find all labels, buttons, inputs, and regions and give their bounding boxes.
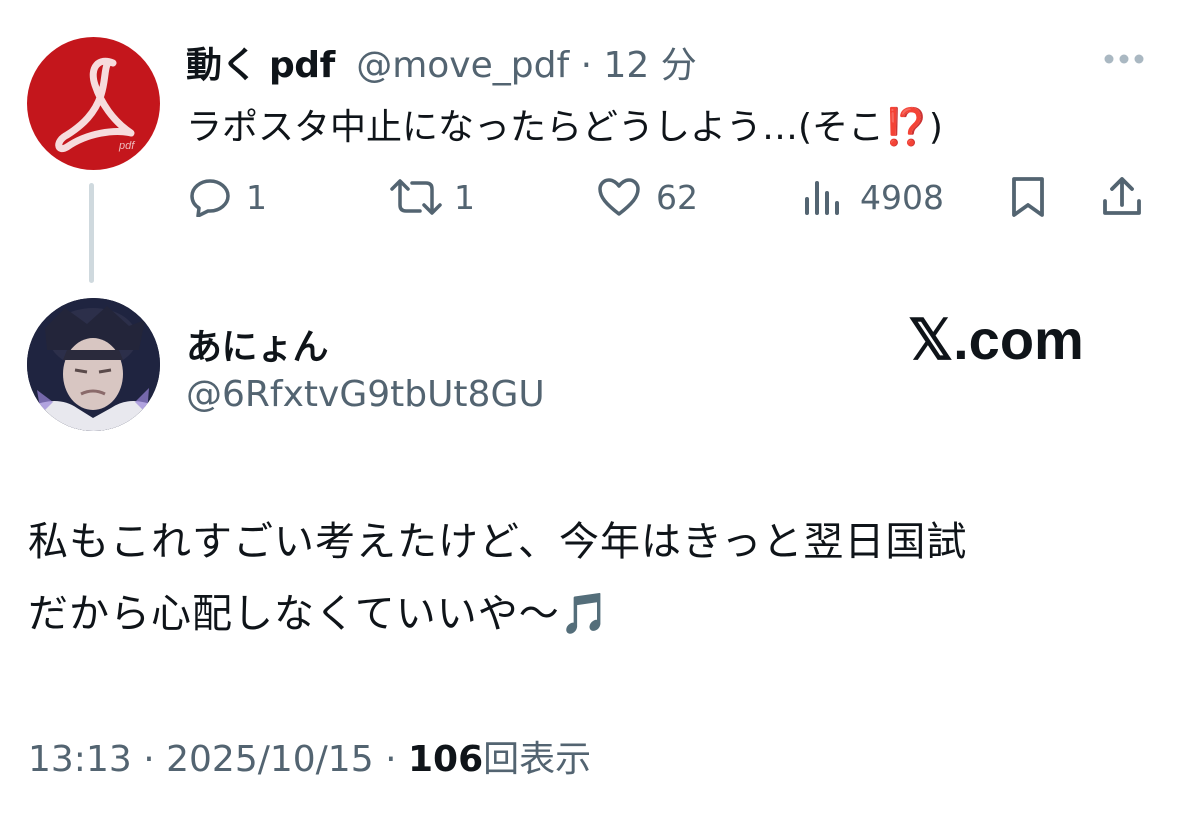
reply-author-name[interactable]: あにょん — [186, 318, 329, 370]
separator-dot: · — [580, 45, 593, 86]
acrobat-pdf-logo-icon: pdf — [55, 57, 135, 152]
views-button[interactable]: 4908 — [802, 175, 944, 219]
retweet-icon — [390, 179, 442, 215]
original-tweet-header: 動く pdf @move_pdf · 12 分 — [186, 36, 697, 88]
reply-author-avatar[interactable] — [27, 298, 160, 431]
reply-text: 私もこれすごい考えたけど、今年はきっと翌日国試 だから心配しなくていいや〜🎵 — [28, 506, 967, 650]
reply-text-line-2: だから心配しなくていいや〜🎵 — [28, 591, 611, 637]
more-options-icon[interactable] — [1103, 50, 1145, 64]
original-author-handle[interactable]: @move_pdf — [356, 45, 569, 86]
reply-count: 1 — [246, 177, 267, 217]
reply-metadata: 13:13 · 2025/10/15 · 106回表示 — [28, 730, 591, 782]
retweet-count: 1 — [454, 177, 475, 217]
reply-time[interactable]: 13:13 — [28, 739, 132, 780]
retweet-button[interactable]: 1 — [388, 175, 475, 219]
profile-photo-icon — [27, 298, 160, 431]
svg-text:pdf: pdf — [118, 140, 135, 152]
reply-icon — [190, 179, 230, 217]
x-com-watermark: 𝕏.com — [908, 308, 1084, 371]
reply-button[interactable]: 1 — [188, 175, 267, 219]
reply-author-handle[interactable]: @6RfxtvG9tbUt8GU — [186, 374, 545, 415]
reply-text-line-1: 私もこれすごい考えたけど、今年はきっと翌日国試 — [28, 519, 968, 565]
reply-view-label: 回表示 — [483, 739, 592, 780]
like-count: 62 — [656, 177, 698, 217]
view-count: 4908 — [860, 177, 944, 217]
bookmark-icon[interactable] — [1008, 175, 1048, 223]
original-author-avatar[interactable]: pdf — [27, 37, 160, 170]
original-tweet-text: ラポスタ中止になったらどうしよう…(そこ⁉️) — [186, 107, 943, 148]
heart-icon — [598, 178, 640, 216]
thread-connector-line — [89, 183, 94, 283]
original-tweet-time[interactable]: 12 分 — [604, 45, 697, 86]
share-icon[interactable] — [1100, 175, 1144, 223]
separator-dot: · — [143, 739, 155, 780]
analytics-bars-icon — [805, 181, 839, 215]
reply-date[interactable]: 2025/10/15 — [166, 739, 374, 780]
like-button[interactable]: 62 — [596, 175, 698, 219]
separator-dot: · — [385, 739, 397, 780]
reply-view-count[interactable]: 106 — [408, 739, 483, 780]
original-author-name[interactable]: 動く pdf — [186, 45, 335, 86]
